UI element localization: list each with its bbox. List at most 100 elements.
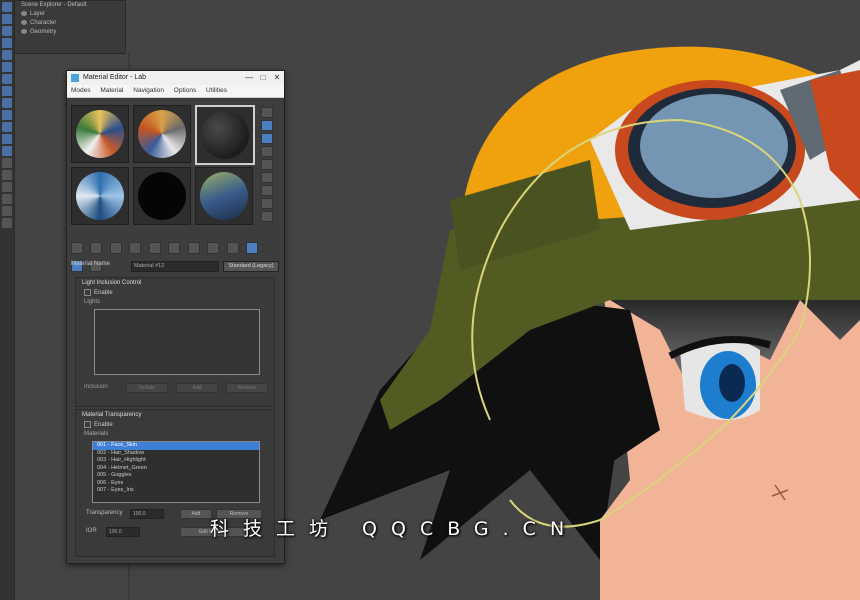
- angle-snap-icon[interactable]: [2, 110, 12, 120]
- mirror-icon[interactable]: [2, 146, 12, 156]
- scene-explorer-title: Scene Explorer - Default: [21, 2, 87, 8]
- unlink-icon[interactable]: [2, 62, 12, 72]
- select-by-material-icon[interactable]: [261, 198, 273, 209]
- make-unique-icon[interactable]: [168, 242, 181, 254]
- transparency-spinner[interactable]: 100.0: [130, 509, 164, 519]
- enable-checkbox-row[interactable]: Enable: [76, 420, 274, 430]
- list-item[interactable]: 003 - Hair_Highlight: [93, 457, 259, 465]
- lights-label: Lights: [84, 299, 101, 305]
- add-button[interactable]: Add: [180, 509, 212, 519]
- bind-icon[interactable]: [2, 74, 12, 84]
- main-toolbar: [0, 0, 15, 600]
- schematic-icon[interactable]: [2, 194, 12, 204]
- maximize-button[interactable]: □: [256, 71, 270, 85]
- put-to-scene-icon[interactable]: [90, 242, 103, 254]
- sample-slot[interactable]: [195, 167, 253, 225]
- scale-icon[interactable]: [2, 38, 12, 48]
- move-icon[interactable]: [2, 14, 12, 24]
- ior-label: IOR: [86, 528, 97, 534]
- list-item[interactable]: 006 - Eyes: [93, 480, 259, 488]
- menu-material[interactable]: Material: [100, 87, 123, 94]
- include-button[interactable]: Include: [126, 383, 168, 393]
- video-check-icon[interactable]: [261, 159, 273, 170]
- sample-slot[interactable]: [71, 167, 129, 225]
- spinner-snap-icon[interactable]: [2, 134, 12, 144]
- scene-item[interactable]: Character: [15, 19, 125, 28]
- hierarchy-icon[interactable]: [2, 86, 12, 96]
- materials-list[interactable]: 001 - Face_Skin 002 - Hair_Shadow 003 - …: [92, 441, 260, 503]
- reset-map-icon[interactable]: [129, 242, 142, 254]
- close-button[interactable]: ✕: [270, 71, 284, 85]
- transparency-label: Transparency: [86, 510, 123, 516]
- enable-checkbox-row[interactable]: Enable: [76, 288, 274, 298]
- put-to-library-icon[interactable]: [187, 242, 200, 254]
- sample-slots: [71, 105, 255, 229]
- visibility-icon[interactable]: [21, 19, 27, 25]
- snap-icon[interactable]: [2, 98, 12, 108]
- materials-label: Materials: [84, 431, 109, 437]
- backlight-icon[interactable]: [261, 120, 273, 131]
- sample-slot-selected[interactable]: [195, 105, 255, 165]
- character-render: [320, 46, 860, 600]
- scene-item[interactable]: Layer: [15, 10, 125, 19]
- make-preview-icon[interactable]: [261, 172, 273, 183]
- scene-explorer[interactable]: Scene Explorer - Default Layer Character…: [14, 0, 126, 54]
- show-shaded-icon[interactable]: [226, 242, 239, 254]
- checkbox-label: Enable: [94, 290, 113, 296]
- inclusion-label: Inclusion: [84, 384, 108, 390]
- background-icon[interactable]: [261, 133, 273, 144]
- link-icon[interactable]: [2, 50, 12, 60]
- select-icon[interactable]: [2, 2, 12, 12]
- sample-slot[interactable]: [133, 167, 191, 225]
- material-editor-icon[interactable]: [2, 206, 12, 216]
- remove-button[interactable]: Remove: [226, 383, 268, 393]
- sample-slot[interactable]: [133, 105, 191, 163]
- scene-item-label: Character: [30, 20, 57, 26]
- align-icon[interactable]: [2, 158, 12, 168]
- menu-options[interactable]: Options: [174, 87, 196, 94]
- visibility-icon[interactable]: [21, 10, 27, 16]
- material-type-button[interactable]: Standard (Legacy): [223, 261, 279, 272]
- percent-snap-icon[interactable]: [2, 122, 12, 132]
- get-material-icon[interactable]: [71, 242, 83, 254]
- rollout-title[interactable]: Light Inclusion Control: [76, 278, 274, 288]
- menu-modes[interactable]: Modes: [71, 87, 91, 94]
- visibility-icon[interactable]: [21, 28, 27, 34]
- material-sphere: [138, 110, 186, 158]
- list-item[interactable]: 002 - Hair_Shadow: [93, 450, 259, 458]
- assign-to-selection-icon[interactable]: [109, 242, 122, 254]
- minimize-button[interactable]: —: [242, 71, 256, 85]
- rotate-icon[interactable]: [2, 26, 12, 36]
- material-name-field[interactable]: Material #12: [131, 261, 219, 272]
- list-item[interactable]: 007 - Eyes_Iris: [93, 487, 259, 495]
- checkbox[interactable]: [84, 288, 91, 296]
- menu-navigation[interactable]: Navigation: [133, 87, 164, 94]
- layer-icon[interactable]: [2, 170, 12, 180]
- inclusion-row: Inclusion Include Add Remove: [76, 381, 274, 393]
- scene-item[interactable]: Geometry: [15, 28, 125, 37]
- show-end-result-icon[interactable]: [246, 242, 259, 254]
- ior-spinner[interactable]: 100.0: [106, 527, 140, 537]
- lights-list[interactable]: [94, 309, 260, 375]
- sample-slot[interactable]: [71, 105, 129, 163]
- render-icon[interactable]: [2, 218, 12, 228]
- sample-type-icon[interactable]: [261, 107, 273, 118]
- material-id-icon[interactable]: [207, 242, 220, 254]
- add-button[interactable]: Add: [176, 383, 218, 393]
- uv-tiling-icon[interactable]: [261, 146, 273, 157]
- checkbox[interactable]: [84, 420, 91, 428]
- list-item-selected[interactable]: 001 - Face_Skin: [93, 442, 259, 450]
- watermark: 科技工坊 QQCBG.CN: [210, 518, 579, 540]
- material-editor-titlebar[interactable]: Material Editor - Lab — □ ✕: [67, 71, 284, 85]
- window-title: Material Editor - Lab: [83, 74, 147, 81]
- material-editor-window[interactable]: Material Editor - Lab — □ ✕ Modes Materi…: [66, 70, 285, 564]
- menu-utilities[interactable]: Utilities: [206, 87, 227, 94]
- list-item[interactable]: 004 - Helmet_Green: [93, 465, 259, 473]
- options-icon[interactable]: [261, 185, 273, 196]
- copy-material-icon[interactable]: [148, 242, 161, 254]
- material-navigator-icon[interactable]: [261, 211, 273, 222]
- curve-editor-icon[interactable]: [2, 182, 12, 192]
- rollout-title[interactable]: Material Transparency: [76, 410, 274, 420]
- app-icon: [71, 74, 79, 82]
- list-item[interactable]: 005 - Goggles: [93, 472, 259, 480]
